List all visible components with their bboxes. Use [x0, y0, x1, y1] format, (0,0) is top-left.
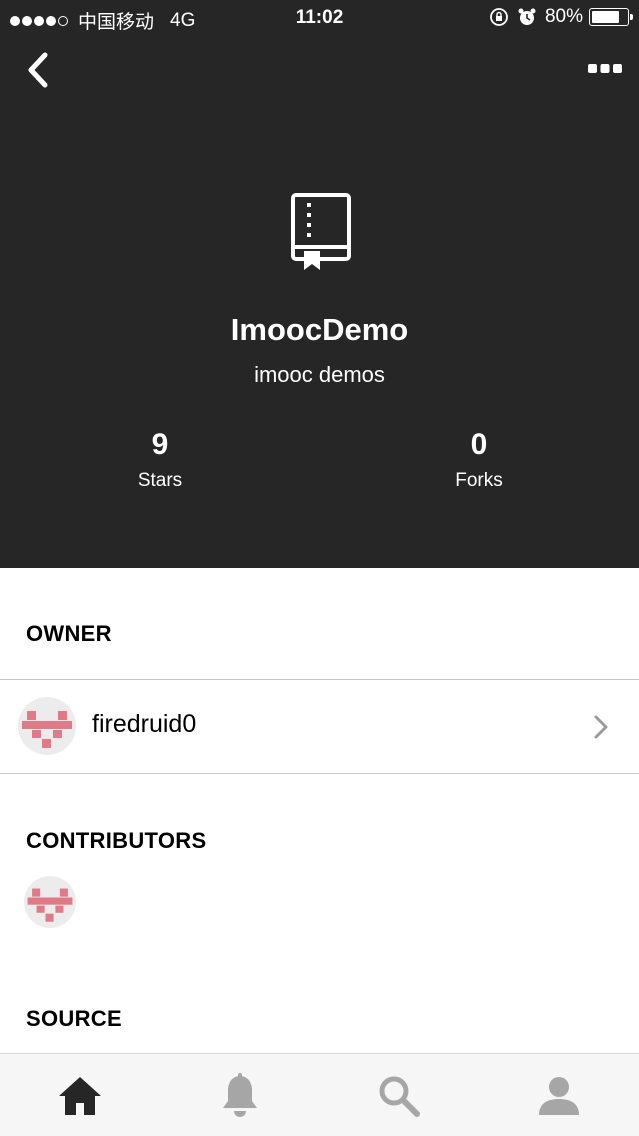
contributors-section-title: CONTRIBUTORS: [26, 828, 207, 853]
repo-header: 中国移动 4G 11:02 80% ImoocDemo imooc demos …: [0, 0, 639, 568]
owner-row[interactable]: firedruid0: [0, 680, 639, 773]
bell-icon: [223, 1072, 257, 1117]
battery-icon: [589, 8, 633, 26]
chevron-left-icon: [28, 52, 48, 88]
back-button[interactable]: [18, 48, 58, 92]
ellipsis-icon: [588, 64, 622, 73]
contributor-avatar[interactable]: [24, 876, 76, 928]
stars-label: Stars: [137, 470, 183, 491]
source-section-title: SOURCE: [26, 1006, 122, 1031]
owner-username: firedruid0: [92, 710, 197, 738]
status-right: 80%: [489, 6, 633, 28]
home-icon: [59, 1076, 101, 1115]
forks-label: Forks: [455, 470, 503, 491]
divider: [0, 773, 639, 774]
alarm-icon: [517, 7, 537, 27]
tab-search[interactable]: [319, 1054, 479, 1136]
owner-avatar: [18, 697, 76, 755]
stars-count: 9: [151, 428, 169, 461]
repo-book-icon: [290, 192, 352, 274]
tab-profile[interactable]: [479, 1054, 639, 1136]
repo-description: imooc demos: [254, 362, 385, 387]
battery-level: [592, 11, 620, 23]
search-icon: [379, 1076, 420, 1117]
battery-percent: 80%: [544, 6, 583, 27]
tab-notifications[interactable]: [160, 1054, 320, 1136]
rotation-lock-icon: [489, 7, 509, 27]
more-button[interactable]: [583, 52, 627, 86]
status-bar: 中国移动 4G 11:02 80%: [0, 0, 639, 36]
tab-bar: [0, 1053, 639, 1136]
chevron-right-icon: [593, 714, 609, 745]
tab-home[interactable]: [0, 1054, 160, 1136]
owner-section-title: OWNER: [26, 621, 112, 646]
user-icon: [539, 1076, 579, 1115]
repo-name: ImoocDemo: [230, 312, 409, 347]
forks-count: 0: [470, 428, 488, 461]
forks-stat[interactable]: 0 Forks: [399, 428, 559, 492]
stars-stat[interactable]: 9 Stars: [80, 428, 240, 492]
